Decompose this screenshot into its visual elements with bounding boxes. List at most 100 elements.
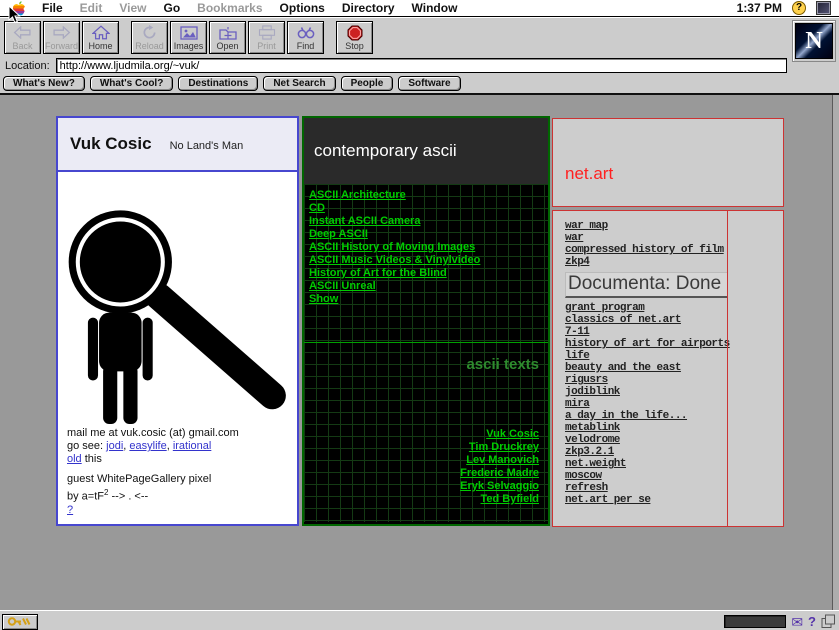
- easylife-link[interactable]: easylife: [129, 440, 166, 452]
- menu-options[interactable]: Options: [280, 1, 325, 15]
- menu-file[interactable]: File: [42, 1, 63, 15]
- stop-button[interactable]: Stop: [336, 21, 373, 54]
- ascii-link[interactable]: CD: [309, 202, 548, 215]
- images-button[interactable]: Images: [170, 21, 207, 54]
- ascii-links-list: ASCII ArchitectureCDInstant ASCII Camera…: [304, 184, 548, 306]
- netart-link[interactable]: 7-11: [565, 326, 783, 338]
- netart-link[interactable]: grant program: [565, 302, 783, 314]
- netart-link[interactable]: war map: [565, 220, 783, 232]
- vuk-cosic-body: mail me at vuk.cosic (at) gmail.com go s…: [58, 183, 297, 517]
- vuk-cosic-panel: Vuk Cosic No Land's Man mail me at vuk.c…: [56, 116, 299, 526]
- author-link[interactable]: Frederic Madre: [460, 467, 539, 480]
- magnifier-man-image: [63, 183, 289, 426]
- ascii-link[interactable]: ASCII Music Videos & Vinylvideo: [309, 254, 548, 267]
- forward-button[interactable]: Forward: [43, 21, 80, 54]
- menu-window[interactable]: Window: [412, 1, 458, 15]
- menu-bookmarks: Bookmarks: [197, 1, 262, 15]
- netart-link[interactable]: moscow: [565, 470, 783, 482]
- balloon-help-icon[interactable]: ?: [792, 1, 806, 15]
- author-link[interactable]: Ted Byfield: [460, 493, 539, 506]
- author-link[interactable]: Lev Manovich: [460, 454, 539, 467]
- irational-link[interactable]: irational: [173, 440, 212, 452]
- netart-link[interactable]: jodiblink: [565, 386, 783, 398]
- open-button[interactable]: Open: [209, 21, 246, 54]
- mouse-cursor: [8, 5, 21, 24]
- author-link[interactable]: Tim Druckrey: [460, 441, 539, 454]
- netart-title: net.art: [565, 164, 613, 183]
- print-button[interactable]: Print: [248, 21, 285, 54]
- netart-link[interactable]: mira: [565, 398, 783, 410]
- progress-bar: [724, 615, 786, 628]
- netart-link[interactable]: net.art per se: [565, 494, 783, 506]
- ascii-link[interactable]: ASCII History of Moving Images: [309, 241, 548, 254]
- find-button[interactable]: Find: [287, 21, 324, 54]
- netscape-logo[interactable]: N: [795, 23, 833, 59]
- directory-buttons-row: What's New? What's Cool? Destinations Net S…: [0, 74, 839, 93]
- netart-header-box: net.art: [552, 118, 784, 207]
- menu-go[interactable]: Go: [163, 1, 180, 15]
- old-link[interactable]: old: [67, 453, 82, 465]
- netart-link[interactable]: zkp3.2.1: [565, 446, 783, 458]
- mail-icon[interactable]: ✉: [791, 615, 803, 629]
- back-button[interactable]: Back: [4, 21, 41, 54]
- directory-button[interactable]: What's Cool?: [90, 76, 173, 91]
- vuk-cosic-header: Vuk Cosic No Land's Man: [58, 118, 297, 172]
- ascii-link[interactable]: ASCII Unreal: [309, 280, 548, 293]
- netart-link[interactable]: a day in the life...: [565, 410, 783, 422]
- author-link[interactable]: Vuk Cosic: [460, 428, 539, 441]
- jodi-link[interactable]: jodi: [106, 440, 123, 452]
- netart-link[interactable]: classics of net.art: [565, 314, 783, 326]
- directory-button[interactable]: Destinations: [178, 76, 258, 91]
- forward-label: Forward: [45, 42, 78, 51]
- netart-link[interactable]: rigusrs: [565, 374, 783, 386]
- netart-link[interactable]: velodrome: [565, 434, 783, 446]
- print-label: Print: [257, 42, 276, 51]
- netart-link[interactable]: history of art for airports: [565, 338, 783, 350]
- vertical-scrollbar[interactable]: [832, 95, 839, 610]
- ascii-link[interactable]: Deep ASCII: [309, 228, 548, 241]
- stop-sign-icon: [347, 25, 363, 41]
- netart-link[interactable]: net.weight: [565, 458, 783, 470]
- mail-line: mail me at vuk.cosic (at) gmail.com: [67, 427, 297, 440]
- netart-link[interactable]: compressed history of film: [565, 244, 783, 256]
- ascii-link[interactable]: History of Art for the Blind: [309, 267, 548, 280]
- resize-grip-icon[interactable]: [821, 614, 836, 629]
- back-arrow-icon: [13, 25, 32, 41]
- menubar-clock: 1:37 PM: [737, 1, 782, 15]
- author-link[interactable]: Eryk Selvaggio: [460, 480, 539, 493]
- open-label: Open: [216, 42, 238, 51]
- directory-button[interactable]: Net Search: [263, 76, 335, 91]
- directory-button[interactable]: People: [341, 76, 394, 91]
- documenta-done-banner[interactable]: Documenta: Done: [565, 272, 728, 298]
- by-suffix: --> . <--: [108, 491, 148, 503]
- picture-icon: [180, 25, 198, 41]
- directory-button[interactable]: Software: [398, 76, 460, 91]
- help-question-icon[interactable]: ?: [808, 614, 816, 629]
- netart-link[interactable]: life: [565, 350, 783, 362]
- back-label: Back: [12, 42, 32, 51]
- menu-directory[interactable]: Directory: [342, 1, 395, 15]
- netart-link[interactable]: zkp4: [565, 256, 783, 268]
- browser-chrome: Back Forward Home: [0, 17, 839, 95]
- netart-links-box: war mapwarcompressed history of filmzkp4…: [552, 210, 784, 527]
- netart-link[interactable]: beauty and the east: [565, 362, 783, 374]
- ascii-link[interactable]: Show: [309, 293, 548, 306]
- application-menu-icon[interactable]: [816, 1, 831, 15]
- security-key-box[interactable]: [2, 614, 38, 630]
- directory-button[interactable]: What's New?: [3, 76, 85, 91]
- home-button[interactable]: Home: [82, 21, 119, 54]
- contemporary-ascii-panel: contemporary ascii ASCII ArchitectureCDI…: [302, 116, 550, 526]
- reload-button[interactable]: Reload: [131, 21, 168, 54]
- url-input[interactable]: [56, 58, 787, 73]
- by-prefix: by a=tF: [67, 491, 104, 503]
- question-link[interactable]: ?: [67, 504, 73, 516]
- netart-link[interactable]: metablink: [565, 422, 783, 434]
- contemporary-ascii-header: contemporary ascii: [304, 118, 548, 184]
- ascii-link[interactable]: ASCII Architecture: [309, 189, 548, 202]
- printer-icon: [258, 25, 276, 41]
- stop-label: Stop: [345, 42, 364, 51]
- netart-link[interactable]: war: [565, 232, 783, 244]
- netart-links-bottom: grant programclassics of net.art7-11hist…: [565, 302, 783, 506]
- ascii-link[interactable]: Instant ASCII Camera: [309, 215, 548, 228]
- netart-link[interactable]: refresh: [565, 482, 783, 494]
